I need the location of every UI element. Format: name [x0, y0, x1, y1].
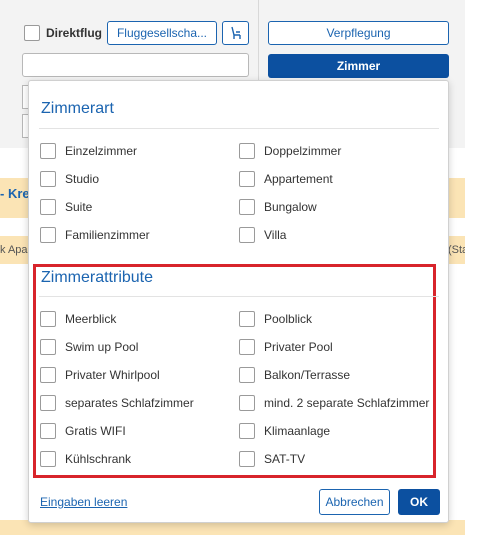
option-villa[interactable]: Villa	[239, 227, 286, 243]
result-header-text: - Kre	[0, 186, 30, 201]
destination-input[interactable]	[22, 53, 249, 77]
checkbox[interactable]	[239, 367, 255, 383]
checkbox[interactable]	[239, 171, 255, 187]
meal-button[interactable]: Verpflegung	[268, 21, 449, 45]
checkbox[interactable]	[40, 367, 56, 383]
checkbox[interactable]	[40, 339, 56, 355]
option-separates-schlafzimmer[interactable]: separates Schlafzimmer	[40, 395, 194, 411]
checkbox[interactable]	[239, 451, 255, 467]
checkbox[interactable]	[40, 227, 56, 243]
option-poolblick[interactable]: Poolblick	[239, 311, 312, 327]
option-privater-whirlpool[interactable]: Privater Whirlpool	[40, 367, 160, 383]
checkbox[interactable]	[40, 143, 56, 159]
option-appartement[interactable]: Appartement	[239, 171, 333, 187]
checkbox[interactable]	[239, 395, 255, 411]
option-studio[interactable]: Studio	[40, 171, 99, 187]
page-right-margin	[465, 0, 503, 535]
checkbox[interactable]	[40, 395, 56, 411]
option-suite[interactable]: Suite	[40, 199, 92, 215]
checkbox[interactable]	[239, 227, 255, 243]
option-privater-pool[interactable]: Privater Pool	[239, 339, 333, 355]
checkbox[interactable]	[40, 311, 56, 327]
direktflug-label: Direktflug	[46, 26, 103, 40]
cancel-button[interactable]: Abbrechen	[319, 489, 390, 515]
checkbox[interactable]	[40, 423, 56, 439]
result-row-text: k Apar	[0, 244, 32, 256]
direktflug-checkbox[interactable]	[24, 25, 40, 41]
section-divider	[39, 296, 439, 297]
checkbox[interactable]	[239, 423, 255, 439]
option-swim-up-pool[interactable]: Swim up Pool	[40, 339, 138, 355]
option-klimaanlage[interactable]: Klimaanlage	[239, 423, 330, 439]
room-attributes-title: Zimmerattribute	[41, 269, 154, 286]
option-doppelzimmer[interactable]: Doppelzimmer	[239, 143, 341, 159]
checkbox[interactable]	[40, 199, 56, 215]
checkbox[interactable]	[239, 311, 255, 327]
option-kuehlschrank[interactable]: Kühlschrank	[40, 451, 131, 467]
checkbox[interactable]	[239, 339, 255, 355]
checkbox[interactable]	[239, 143, 255, 159]
seat-icon	[230, 26, 241, 39]
option-gratis-wifi[interactable]: Gratis WIFI	[40, 423, 126, 439]
airline-button[interactable]: Fluggesellscha...	[107, 21, 217, 45]
checkbox[interactable]	[239, 199, 255, 215]
option-sat-tv[interactable]: SAT-TV	[239, 451, 305, 467]
room-type-title: Zimmerart	[41, 100, 114, 117]
checkbox[interactable]	[40, 451, 56, 467]
option-familienzimmer[interactable]: Familienzimmer	[40, 227, 150, 243]
ok-button[interactable]: OK	[398, 489, 440, 515]
option-bungalow[interactable]: Bungalow	[239, 199, 317, 215]
option-einzelzimmer[interactable]: Einzelzimmer	[40, 143, 137, 159]
option-meerblick[interactable]: Meerblick	[40, 311, 116, 327]
room-button[interactable]: Zimmer	[268, 54, 449, 78]
room-filter-popup: Zimmerart Einzelzimmer Studio Suite Fami…	[28, 80, 449, 523]
checkbox[interactable]	[40, 171, 56, 187]
option-balkon-terrasse[interactable]: Balkon/Terrasse	[239, 367, 350, 383]
seat-button[interactable]	[222, 21, 249, 45]
option-mind-2-separate-schlafzimmer[interactable]: mind. 2 separate Schlafzimmer	[239, 395, 429, 411]
clear-inputs-link[interactable]: Eingaben leeren	[40, 495, 127, 509]
section-divider	[39, 128, 439, 129]
